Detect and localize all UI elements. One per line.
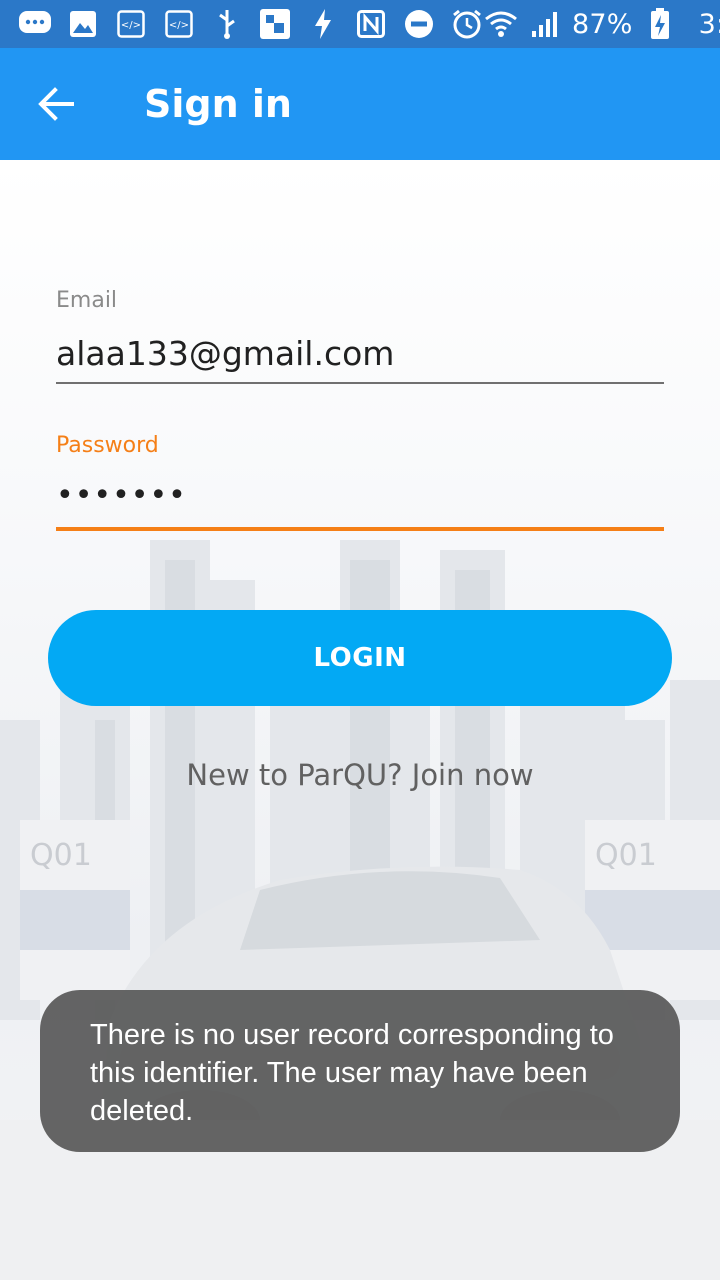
arrow-back-icon	[38, 87, 74, 121]
password-label: Password	[56, 433, 159, 458]
wifi-icon	[484, 7, 518, 41]
error-toast: There is no user record corresponding to…	[40, 990, 680, 1152]
email-label: Email	[56, 288, 118, 313]
flash-icon	[306, 7, 340, 41]
app-bar: Sign in	[0, 48, 720, 160]
battery-percent: 87%	[572, 8, 633, 40]
svg-text:</>: </>	[169, 20, 189, 31]
svg-text:</>: </>	[121, 20, 141, 31]
join-now-link[interactable]: New to ParQU? Join now	[0, 758, 720, 792]
svg-text:Q01: Q01	[595, 838, 657, 873]
usb-icon	[210, 7, 244, 41]
code-icon: </>	[162, 7, 196, 41]
page-title: Sign in	[144, 82, 292, 126]
signal-icon	[528, 7, 562, 41]
do-not-disturb-icon	[402, 7, 436, 41]
password-underline	[56, 527, 664, 531]
screenshot-icon	[258, 7, 292, 41]
back-button[interactable]	[0, 48, 112, 160]
code-icon: </>	[114, 7, 148, 41]
email-field[interactable]: alaa133@gmail.com	[56, 334, 664, 386]
sign-in-screen: Q01 Q01 </> </> 87% 3 Sign in Email alaa…	[0, 0, 720, 1280]
status-bar: </> </> 87% 3	[0, 0, 720, 48]
email-underline	[56, 382, 664, 384]
toast-message: There is no user record corresponding to…	[90, 1019, 614, 1127]
svg-text:Q01: Q01	[30, 838, 92, 873]
password-field[interactable]: •••••••	[56, 478, 664, 530]
battery-charging-icon	[643, 7, 677, 41]
image-icon	[66, 7, 100, 41]
messaging-icon	[18, 7, 52, 41]
nfc-icon	[354, 7, 388, 41]
clock-time: 3:16	[698, 8, 720, 40]
alarm-icon	[450, 7, 484, 41]
login-button[interactable]: LOGIN	[48, 610, 672, 706]
